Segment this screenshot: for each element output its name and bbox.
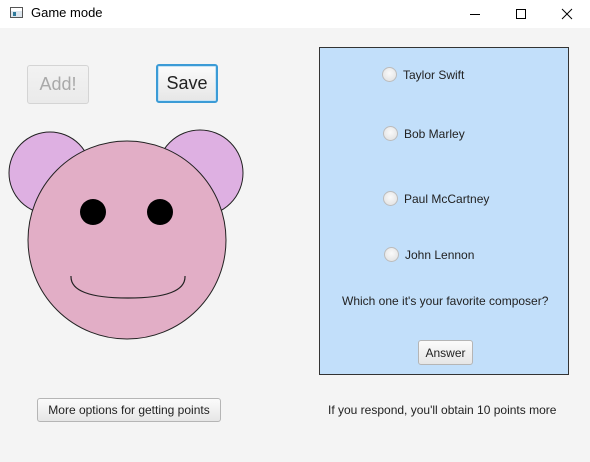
answer-button[interactable]: Answer: [418, 340, 473, 365]
window-title: Game mode: [31, 5, 103, 20]
radio-option-paul-mccartney[interactable]: Paul McCartney: [383, 191, 489, 206]
maximize-icon: [516, 9, 526, 19]
save-button[interactable]: Save: [156, 64, 218, 103]
left-eye: [80, 199, 106, 225]
close-button[interactable]: [544, 0, 590, 28]
add-button[interactable]: Add!: [27, 65, 89, 104]
more-options-button[interactable]: More options for getting points: [37, 398, 221, 422]
maximize-button[interactable]: [498, 0, 544, 28]
quiz-question: Which one it's your favorite composer?: [342, 294, 549, 308]
right-eye: [147, 199, 173, 225]
minimize-button[interactable]: [452, 0, 498, 28]
bear-face: [27, 140, 227, 340]
radio-option-john-lennon[interactable]: John Lennon: [384, 247, 474, 262]
radio-button[interactable]: [382, 67, 397, 82]
points-note: If you respond, you'll obtain 10 points …: [328, 403, 557, 417]
radio-option-label: Bob Marley: [404, 126, 465, 141]
radio-button[interactable]: [383, 126, 398, 141]
radio-option-label: John Lennon: [405, 247, 475, 262]
app-window-icon: [10, 7, 23, 18]
radio-option-label: Paul McCartney: [404, 191, 490, 206]
radio-option-bob-marley[interactable]: Bob Marley: [383, 126, 465, 141]
title-bar: Game mode: [0, 0, 590, 28]
radio-button[interactable]: [383, 191, 398, 206]
quiz-panel: [319, 47, 569, 375]
bear-face-drawing: [8, 129, 244, 340]
radio-button[interactable]: [384, 247, 399, 262]
minimize-icon: [470, 14, 480, 15]
game-mode-window: Game mode Add! Save Taylor Swift Bob Mar…: [0, 0, 590, 462]
radio-option-taylor-swift[interactable]: Taylor Swift: [382, 67, 464, 82]
close-icon: [561, 8, 573, 20]
radio-option-label: Taylor Swift: [403, 67, 465, 82]
